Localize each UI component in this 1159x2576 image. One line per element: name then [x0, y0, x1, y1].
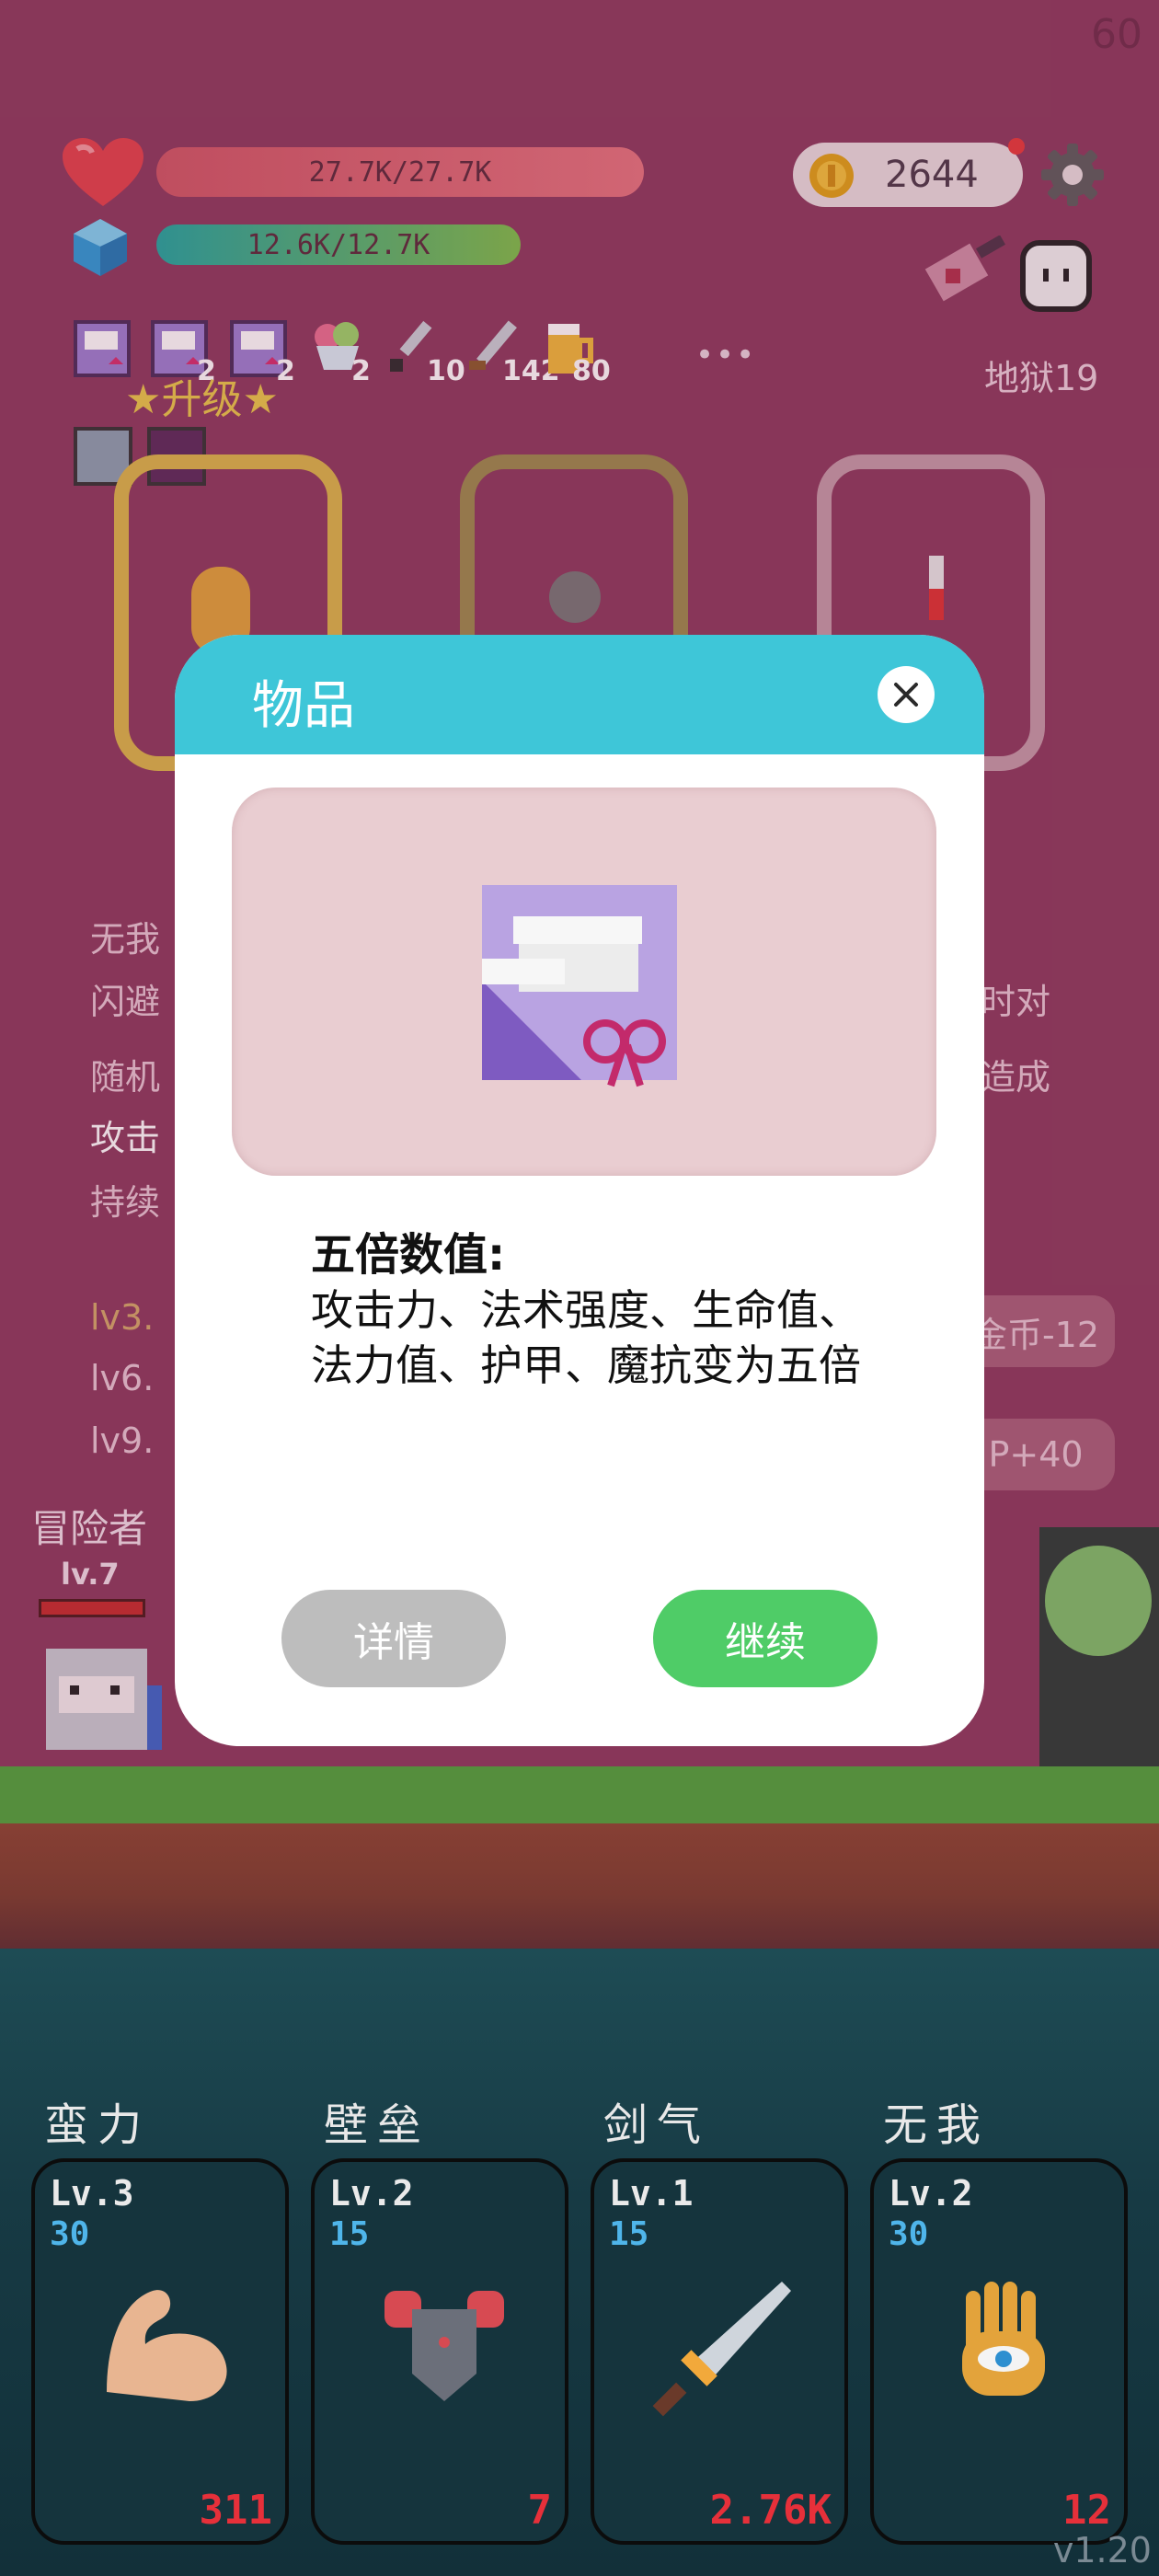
- skill-cost: 15: [329, 2215, 370, 2253]
- details-button[interactable]: 详情: [281, 1590, 506, 1687]
- close-button[interactable]: [878, 666, 935, 723]
- skill-cost: 15: [609, 2215, 649, 2253]
- skill-level: Lv.2: [889, 2173, 973, 2214]
- skill-value: 12: [1062, 2487, 1111, 2534]
- item-description: 五倍数值: 攻击力、法术强度、生命值、法力值、护甲、魔抗变为五倍: [311, 1227, 881, 1393]
- eye-hand-icon: [962, 2282, 1045, 2396]
- item-modal: 物品 五倍数值: 攻击力、法术强度、生命值、法力值、护甲、魔抗变为五倍 详情 继…: [175, 635, 984, 1746]
- description-title: 五倍数值:: [311, 1229, 506, 1281]
- skill-value: 311: [199, 2487, 272, 2534]
- close-icon: [894, 683, 918, 707]
- item-preview: [232, 788, 936, 1176]
- skill-card-bulwark[interactable]: Lv.2 15 7: [311, 2158, 568, 2545]
- sword-icon: [652, 2282, 791, 2417]
- modal-header: 物品: [175, 635, 984, 754]
- skill-level: Lv.2: [329, 2173, 414, 2214]
- game-screen: 60 27.7K/27.7K 12.6K/12.7K 2644 地狱19 2 2…: [0, 0, 1159, 2576]
- skill-name: 蛮力: [44, 2099, 152, 2151]
- skill-level: Lv.3: [50, 2173, 134, 2214]
- skill-name: 剑气: [603, 2099, 711, 2151]
- version-label: v1.20: [1052, 2530, 1152, 2570]
- scroll-ribbon-icon: [482, 885, 677, 1087]
- skill-level: Lv.1: [609, 2173, 694, 2214]
- skill-value: 2.76K: [709, 2487, 832, 2534]
- skill-cost: 30: [889, 2215, 929, 2253]
- skill-card-sword-qi[interactable]: Lv.1 15 2.76K: [591, 2158, 848, 2545]
- armor-icon: [384, 2291, 504, 2401]
- skill-cost: 30: [50, 2215, 90, 2253]
- skill-value: 7: [527, 2487, 553, 2534]
- skill-card-brute[interactable]: Lv.3 30 311: [31, 2158, 289, 2545]
- skill-name: 壁垒: [324, 2099, 431, 2151]
- continue-button[interactable]: 继续: [653, 1590, 878, 1687]
- muscle-arm-icon: [107, 2290, 227, 2401]
- skill-name: 无我: [883, 2099, 991, 2151]
- modal-title: 物品: [252, 676, 355, 736]
- description-body: 攻击力、法术强度、生命值、法力值、护甲、魔抗变为五倍: [311, 1285, 861, 1390]
- skill-card-selfless[interactable]: Lv.2 30 12: [870, 2158, 1128, 2545]
